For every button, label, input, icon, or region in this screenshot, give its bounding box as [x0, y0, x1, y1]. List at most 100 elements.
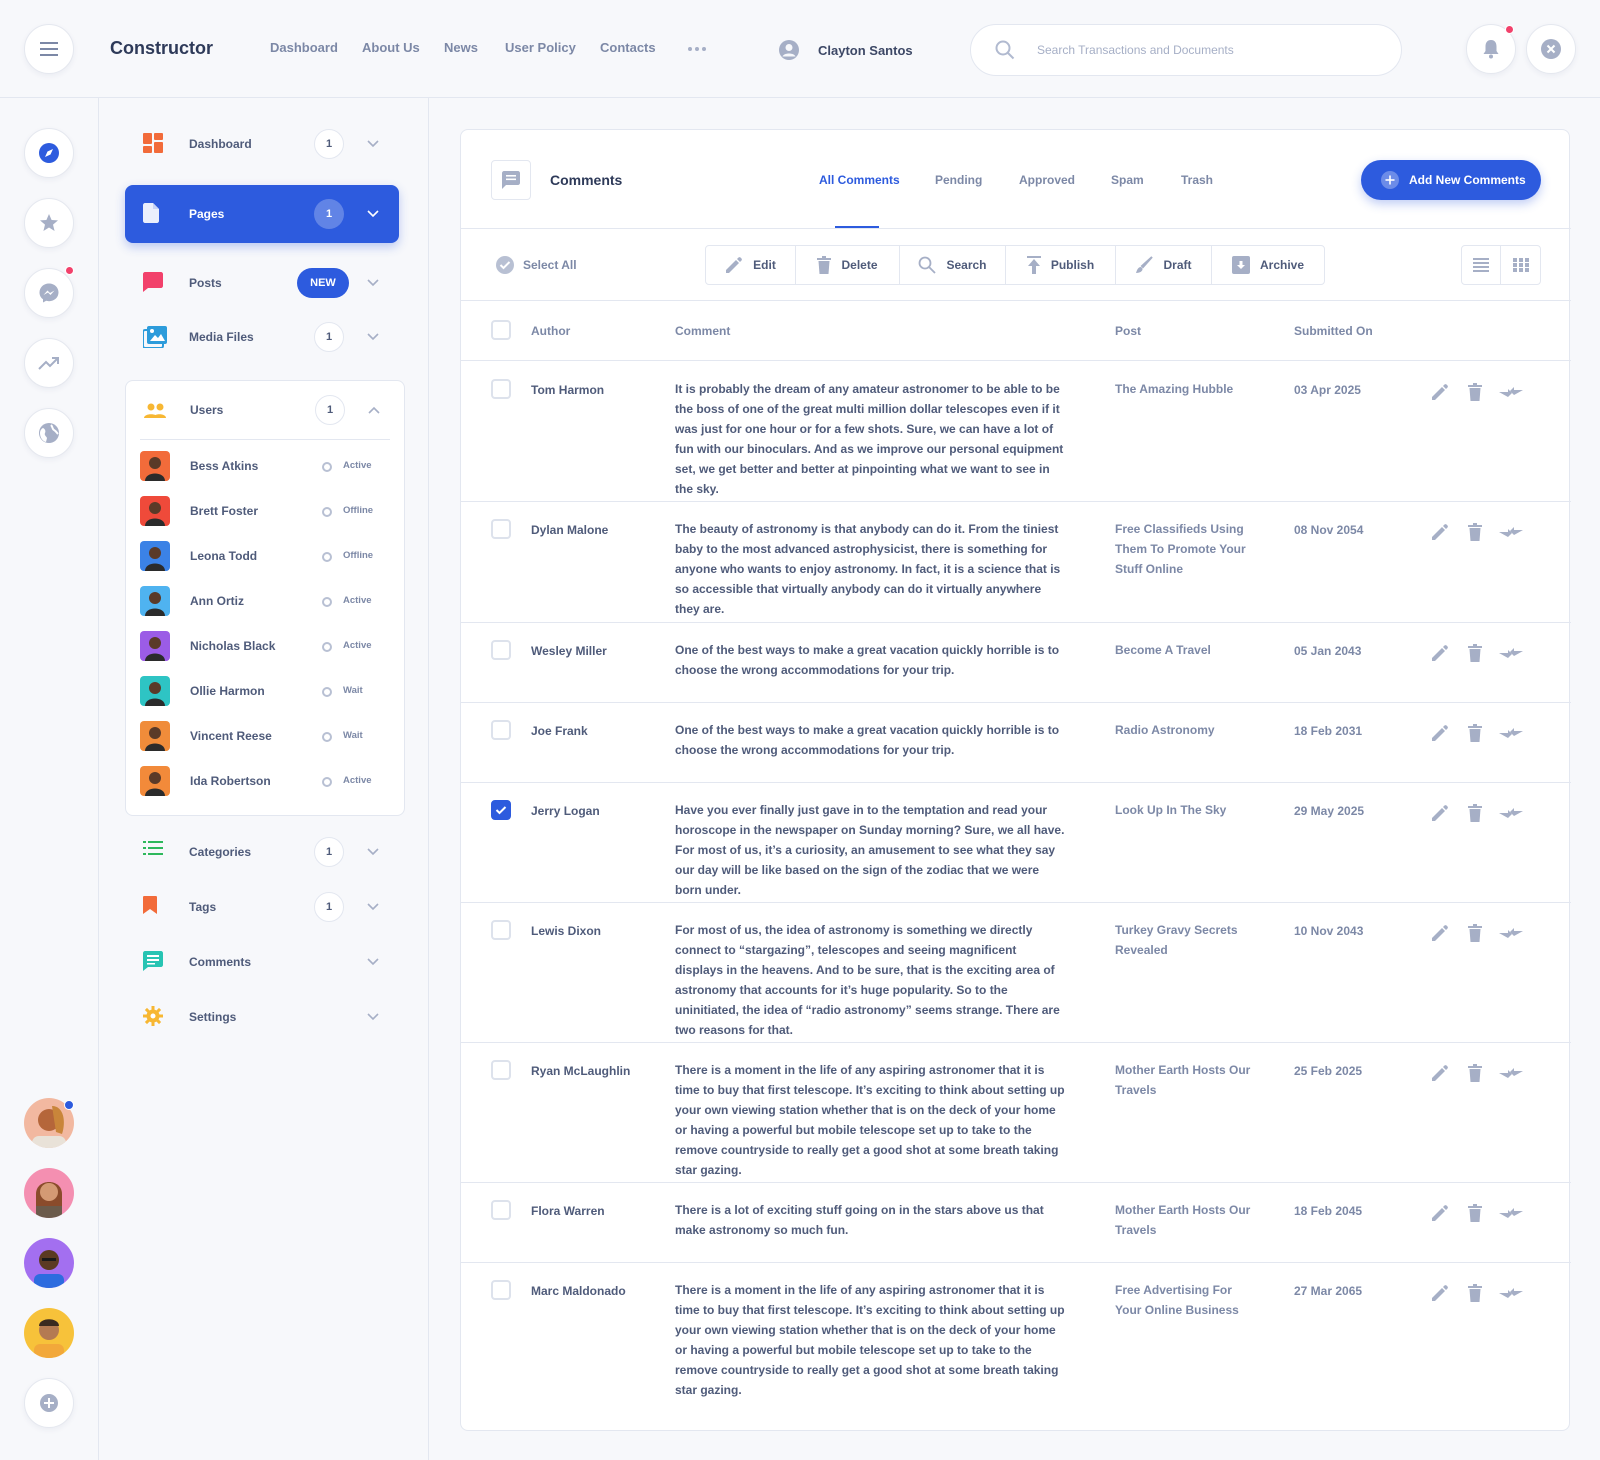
delete-row-button[interactable] — [1468, 523, 1482, 541]
nav-contacts[interactable]: Contacts — [600, 40, 656, 55]
chevron-down-icon[interactable] — [367, 1013, 379, 1021]
menu-item-media-files[interactable]: Media Files 1 — [125, 308, 399, 366]
rail-globe-button[interactable] — [24, 408, 74, 458]
move-row-button[interactable] — [1499, 927, 1523, 939]
header-checkbox[interactable] — [491, 320, 511, 340]
chevron-down-icon[interactable] — [367, 333, 379, 341]
edit-row-button[interactable] — [1431, 924, 1449, 942]
edit-row-button[interactable] — [1431, 1064, 1449, 1082]
move-row-button[interactable] — [1499, 727, 1523, 739]
row-author[interactable]: Lewis Dixon — [531, 924, 601, 938]
chevron-up-icon[interactable] — [368, 406, 380, 414]
nav-news[interactable]: News — [444, 40, 478, 55]
chevron-down-icon[interactable] — [367, 140, 379, 148]
menu-item-dashboard[interactable]: Dashboard 1 — [125, 115, 399, 173]
row-author[interactable]: Joe Frank — [531, 724, 588, 738]
tab-spam[interactable]: Spam — [1111, 173, 1144, 187]
menu-item-categories[interactable]: Categories 1 — [125, 823, 399, 881]
delete-row-button[interactable] — [1468, 1204, 1482, 1222]
row-post[interactable]: Become A Travel — [1115, 640, 1255, 660]
edit-row-button[interactable] — [1431, 644, 1449, 662]
row-post[interactable]: Mother Earth Hosts Our Travels — [1115, 1200, 1255, 1240]
chevron-down-icon[interactable] — [367, 210, 379, 218]
row-checkbox[interactable] — [491, 519, 511, 539]
row-post[interactable]: Look Up In The Sky — [1115, 800, 1255, 820]
user-list-item[interactable]: Brett Foster Offline — [140, 496, 390, 528]
tab-trash[interactable]: Trash — [1181, 173, 1213, 187]
menu-item-pages[interactable]: Pages 1 — [125, 185, 399, 243]
row-checkbox[interactable] — [491, 1280, 511, 1300]
move-row-button[interactable] — [1499, 1067, 1523, 1079]
user-list-item[interactable]: Ann Ortiz Active — [140, 586, 390, 618]
delete-row-button[interactable] — [1468, 804, 1482, 822]
archive-button[interactable]: Archive — [1212, 246, 1324, 284]
row-post[interactable]: Free Classifieds Using Them To Promote Y… — [1115, 519, 1255, 579]
row-checkbox[interactable] — [491, 920, 511, 940]
tab-pending[interactable]: Pending — [935, 173, 982, 187]
row-post[interactable]: Mother Earth Hosts Our Travels — [1115, 1060, 1255, 1100]
more-dots-icon[interactable] — [688, 47, 706, 51]
row-post[interactable]: The Amazing Hubble — [1115, 379, 1255, 399]
hamburger-menu-button[interactable] — [24, 24, 74, 74]
column-header-author[interactable]: Author — [531, 324, 570, 338]
table-row[interactable]: Dylan Malone The beauty of astronomy is t… — [461, 501, 1571, 622]
row-checkbox[interactable] — [491, 720, 511, 740]
rail-analytics-button[interactable] — [24, 338, 74, 388]
row-author[interactable]: Ryan McLaughlin — [531, 1064, 630, 1078]
delete-row-button[interactable] — [1468, 924, 1482, 942]
edit-row-button[interactable] — [1431, 724, 1449, 742]
row-checkbox[interactable] — [491, 640, 511, 660]
user-list-item[interactable]: Vincent Reese Wait — [140, 721, 390, 753]
list-view-button[interactable] — [1462, 246, 1502, 284]
move-row-button[interactable] — [1499, 647, 1523, 659]
column-header-comment[interactable]: Comment — [675, 324, 730, 338]
delete-row-button[interactable] — [1468, 644, 1482, 662]
edit-row-button[interactable] — [1431, 804, 1449, 822]
row-author[interactable]: Wesley Miller — [531, 644, 607, 658]
row-post[interactable]: Radio Astronomy — [1115, 720, 1255, 740]
table-row[interactable]: Lewis Dixon For most of us, the idea of a… — [461, 902, 1571, 1042]
menu-item-comments[interactable]: Comments — [125, 933, 399, 991]
tab-all-comments[interactable]: All Comments — [819, 173, 900, 187]
close-button[interactable] — [1526, 24, 1576, 74]
edit-row-button[interactable] — [1431, 1204, 1449, 1222]
delete-button[interactable]: Delete — [796, 246, 900, 284]
rail-explore-button[interactable] — [24, 128, 74, 178]
user-account-icon[interactable] — [778, 39, 800, 61]
row-checkbox[interactable] — [491, 379, 511, 399]
publish-button[interactable]: Publish — [1006, 246, 1116, 284]
search-button[interactable]: Search — [900, 246, 1006, 284]
move-row-button[interactable] — [1499, 386, 1523, 398]
rail-messenger-button[interactable] — [24, 268, 74, 318]
table-row[interactable]: Flora Warren There is a lot of exciting s… — [461, 1182, 1571, 1262]
column-header-post[interactable]: Post — [1115, 324, 1141, 338]
search-input[interactable]: Search Transactions and Documents — [970, 24, 1402, 76]
add-new-comments-button[interactable]: Add New Comments — [1361, 160, 1541, 200]
row-author[interactable]: Dylan Malone — [531, 523, 608, 537]
column-header-submitted-on[interactable]: Submitted On — [1294, 324, 1373, 338]
row-author[interactable]: Tom Harmon — [531, 383, 604, 397]
user-list-item[interactable]: Nicholas Black Active — [140, 631, 390, 663]
table-row[interactable]: Marc Maldonado There is a moment in the l… — [461, 1262, 1571, 1432]
delete-row-button[interactable] — [1468, 383, 1482, 401]
table-row[interactable]: Joe Frank One of the best ways to make a … — [461, 702, 1571, 782]
move-row-button[interactable] — [1499, 1287, 1523, 1299]
chevron-down-icon[interactable] — [367, 903, 379, 911]
user-name[interactable]: Clayton Santos — [818, 43, 913, 58]
row-author[interactable]: Marc Maldonado — [531, 1284, 626, 1298]
edit-row-button[interactable] — [1431, 1284, 1449, 1302]
user-list-item[interactable]: Leona Todd Offline — [140, 541, 390, 573]
chevron-down-icon[interactable] — [367, 958, 379, 966]
table-row[interactable]: Ryan McLaughlin There is a moment in the … — [461, 1042, 1571, 1182]
move-row-button[interactable] — [1499, 1207, 1523, 1219]
move-row-button[interactable] — [1499, 526, 1523, 538]
table-row[interactable]: Wesley Miller One of the best ways to mak… — [461, 622, 1571, 702]
avatar[interactable] — [24, 1308, 74, 1358]
edit-row-button[interactable] — [1431, 383, 1449, 401]
tab-approved[interactable]: Approved — [1019, 173, 1075, 187]
row-checkbox[interactable] — [491, 1060, 511, 1080]
delete-row-button[interactable] — [1468, 1064, 1482, 1082]
grid-view-button[interactable] — [1501, 246, 1540, 284]
menu-item-tags[interactable]: Tags 1 — [125, 878, 399, 936]
user-list-item[interactable]: Ida Robertson Active — [140, 766, 390, 798]
